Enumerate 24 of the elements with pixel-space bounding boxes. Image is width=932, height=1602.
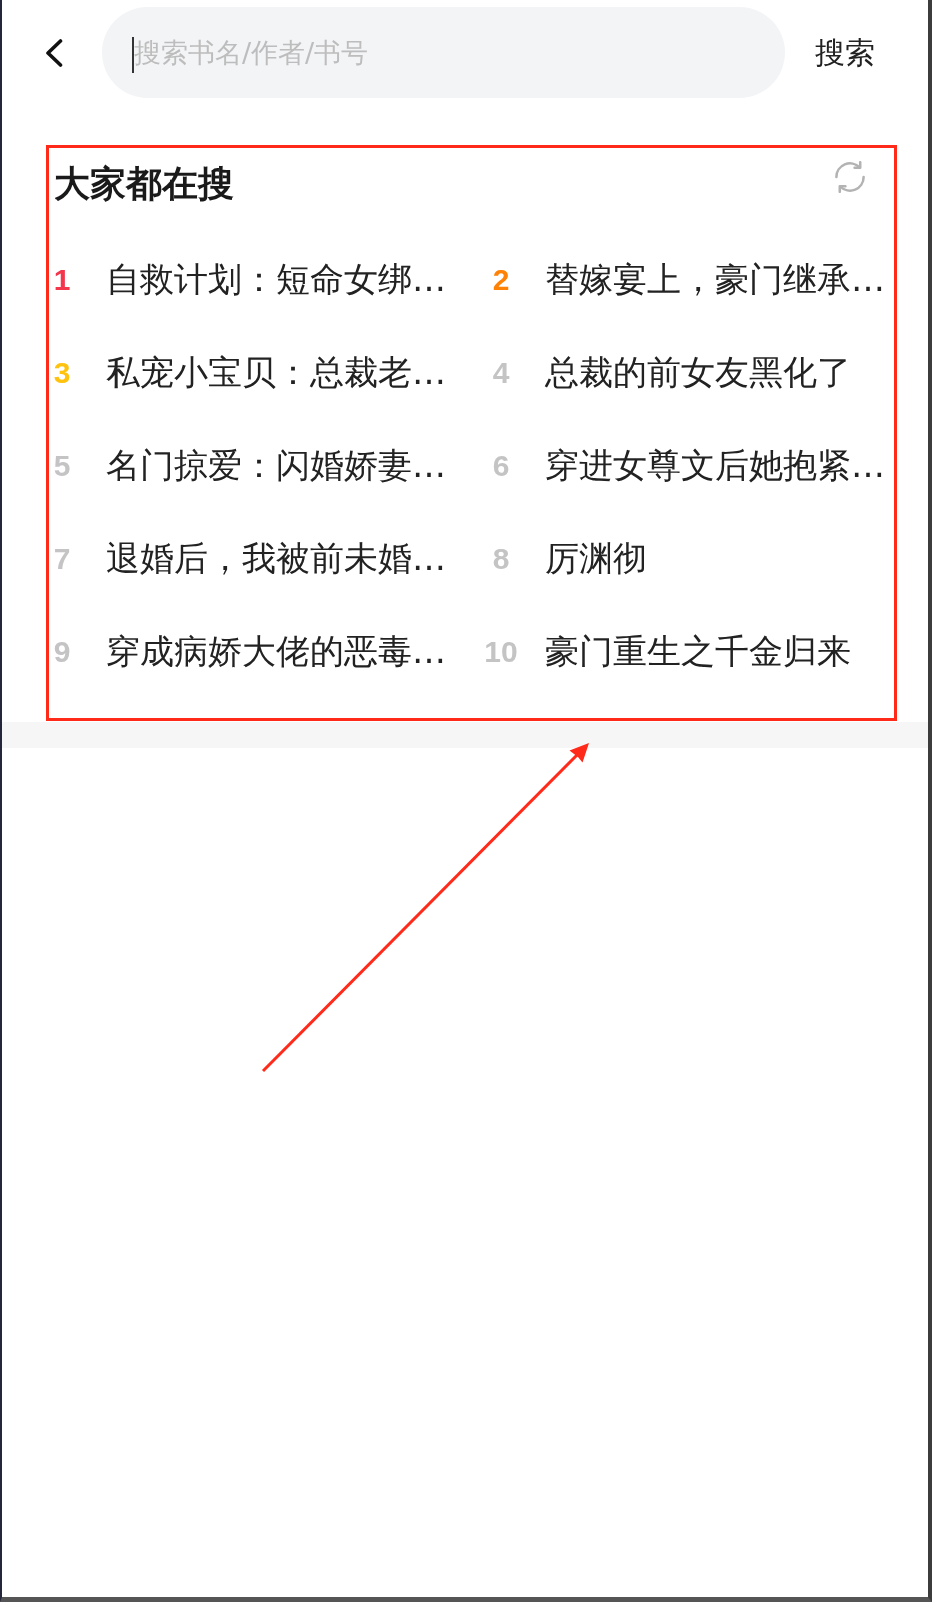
search-field[interactable]: 搜索书名/作者/书号 — [102, 7, 785, 98]
back-icon[interactable] — [45, 38, 63, 67]
book-title-link[interactable]: 替嫁宴上，豪门继承… — [545, 259, 885, 300]
book-title-link[interactable]: 自救计划：短命女绑… — [106, 259, 446, 300]
book-title-link[interactable]: 私宠小宝贝：总裁老… — [106, 352, 446, 393]
rank-number: 6 — [491, 449, 511, 482]
book-title-link[interactable]: 厉渊彻 — [545, 538, 647, 579]
rank-number: 2 — [491, 263, 511, 296]
rank-number: 5 — [52, 449, 72, 482]
rank-number: 3 — [52, 356, 72, 389]
rank-number: 10 — [483, 635, 519, 668]
book-title-link[interactable]: 豪门重生之千金归来 — [545, 631, 851, 672]
rank-number: 9 — [52, 635, 72, 668]
rank-number: 4 — [491, 356, 511, 389]
search-button[interactable]: 搜索 — [815, 34, 875, 71]
rank-number: 1 — [52, 263, 72, 296]
book-title-link[interactable]: 穿进女尊文后她抱紧… — [545, 445, 885, 486]
book-title-link[interactable]: 退婚后，我被前未婚… — [106, 538, 446, 579]
section-title: 大家都在搜 — [54, 164, 234, 204]
rank-number: 7 — [52, 542, 72, 575]
book-title-link[interactable]: 名门掠爱：闪婚娇妻… — [106, 445, 446, 486]
book-title-link[interactable]: 穿成病娇大佬的恶毒… — [106, 631, 446, 672]
book-title-link[interactable]: 总裁的前女友黑化了 — [545, 352, 851, 393]
rank-number: 8 — [491, 542, 511, 575]
